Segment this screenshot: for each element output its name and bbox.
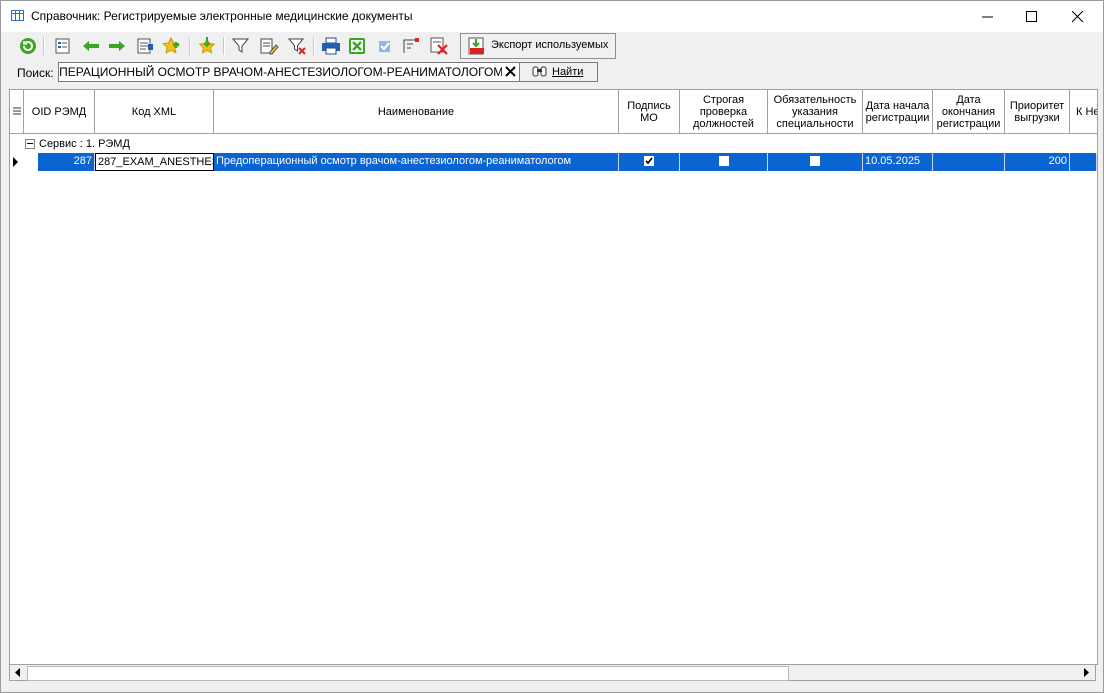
cell-name[interactable]: Предоперационный осмотр врачом-анестезио… <box>214 153 619 171</box>
minimize-icon <box>982 16 993 18</box>
find-label: Найти <box>552 66 584 78</box>
refresh-button[interactable] <box>18 36 38 56</box>
data-grid[interactable]: OID РЭМД Код XML Наименование Подпись МО… <box>9 89 1098 665</box>
filter-button[interactable] <box>231 36 251 56</box>
excel-icon <box>349 38 365 54</box>
form-icon <box>55 38 70 54</box>
add-button[interactable] <box>161 36 181 56</box>
arrow-left-icon <box>83 41 99 51</box>
group-label: Сервис : 1. РЭМД <box>39 138 130 150</box>
record-icon <box>137 38 153 54</box>
column-header-xml-code[interactable]: Код XML <box>95 90 214 134</box>
table-row[interactable]: 287 287_EXAM_ANESTHESIO Предоперационный… <box>10 153 1097 171</box>
filter-clear-icon <box>287 38 306 55</box>
column-header-partial[interactable]: К Нет <box>1070 90 1097 134</box>
column-header-priority[interactable]: Приоритет выгрузки <box>1005 90 1070 134</box>
check-button[interactable] <box>375 36 395 56</box>
delete-button[interactable] <box>429 36 449 56</box>
clear-filter-button[interactable] <box>287 36 307 56</box>
cell-strict-check[interactable] <box>680 153 768 171</box>
search-label: Поиск: <box>17 66 54 80</box>
toolbar: Экспорт используемых <box>9 33 1099 59</box>
collapse-icon[interactable] <box>25 139 35 149</box>
back-button[interactable] <box>81 36 101 56</box>
cell-partial[interactable] <box>1070 153 1097 171</box>
title-bar: Справочник: Регистрируемые электронные м… <box>1 1 1103 32</box>
add-star-icon <box>162 36 180 54</box>
delete-icon <box>430 37 448 55</box>
group-row[interactable]: Сервис : 1. РЭМД <box>10 135 1097 152</box>
close-button[interactable] <box>1055 1 1101 32</box>
checkbox-unchecked-icon[interactable] <box>810 156 820 166</box>
close-icon <box>1072 11 1084 23</box>
row-selector-header[interactable] <box>10 90 24 134</box>
excel-button[interactable] <box>347 36 367 56</box>
maximize-icon <box>1026 11 1037 22</box>
cell-spec-required[interactable] <box>768 153 863 171</box>
properties-button[interactable] <box>53 36 73 56</box>
arrow-right-icon <box>109 41 125 51</box>
star-down-icon <box>198 37 216 54</box>
cell-date-start[interactable]: 10.05.2025 <box>863 153 933 171</box>
column-chooser-icon <box>12 107 21 114</box>
search-field[interactable] <box>58 62 504 82</box>
checkbox-checked-icon[interactable] <box>644 156 654 166</box>
column-header-strict-check[interactable]: Строгая проверка должностей <box>680 90 768 134</box>
toolbar-separator <box>223 37 225 55</box>
cell-date-end[interactable] <box>933 153 1005 171</box>
filter-icon <box>231 38 250 53</box>
toolbar-separator <box>189 37 191 55</box>
current-row-arrow-icon <box>13 157 18 167</box>
refresh-icon <box>20 38 36 54</box>
arrow-right-icon <box>1084 668 1089 677</box>
favorites-button[interactable] <box>197 36 217 56</box>
checkbox-icon <box>379 41 390 52</box>
table-icon <box>11 10 24 21</box>
column-header-oid[interactable]: OID РЭМД <box>24 90 95 134</box>
toolbar-separator <box>43 37 45 55</box>
horizontal-scrollbar[interactable] <box>9 664 1096 681</box>
scroll-thumb[interactable] <box>27 666 789 681</box>
column-header-name[interactable]: Наименование <box>214 90 619 134</box>
checkbox-unchecked-icon[interactable] <box>719 156 729 166</box>
printer-icon <box>322 37 340 55</box>
export-used-button[interactable]: Экспорт используемых <box>460 33 616 59</box>
arrow-left-icon <box>15 668 20 677</box>
edit-filter-button[interactable] <box>259 36 279 56</box>
search-input[interactable] <box>59 63 503 81</box>
print-button[interactable] <box>321 36 341 56</box>
scroll-right-button[interactable] <box>1079 665 1094 680</box>
minimize-button[interactable] <box>965 1 1011 32</box>
maximize-button[interactable] <box>1009 1 1055 32</box>
cell-xml-code[interactable]: 287_EXAM_ANESTHESIO <box>95 153 214 171</box>
find-button[interactable]: Найти <box>519 62 598 82</box>
column-header-spec-required[interactable]: Обязательность указания специальности <box>768 90 863 134</box>
sort-button[interactable] <box>401 36 421 56</box>
toolbar-separator <box>313 37 315 55</box>
cell-mo-sign[interactable] <box>619 153 680 171</box>
column-header-date-end[interactable]: Дата окончания регистрации <box>933 90 1005 134</box>
clear-search-button[interactable] <box>502 62 520 82</box>
filter-edit-icon <box>260 38 279 55</box>
cell-priority[interactable]: 200 <box>1005 153 1070 171</box>
cell-oid[interactable]: 287 <box>38 153 95 171</box>
binoculars-icon <box>532 66 547 77</box>
window-title: Справочник: Регистрируемые электронные м… <box>31 9 413 23</box>
record-card-button[interactable] <box>135 36 155 56</box>
export-used-label: Экспорт используемых <box>491 39 609 51</box>
main-window: Справочник: Регистрируемые электронные м… <box>0 0 1104 693</box>
column-header-date-start[interactable]: Дата начала регистрации <box>863 90 933 134</box>
clear-x-icon <box>505 66 516 77</box>
column-header-mo-sign[interactable]: Подпись МО <box>619 90 680 134</box>
export-icon <box>468 37 484 55</box>
sort-icon <box>403 38 419 53</box>
forward-button[interactable] <box>107 36 127 56</box>
scroll-left-button[interactable] <box>10 665 25 680</box>
